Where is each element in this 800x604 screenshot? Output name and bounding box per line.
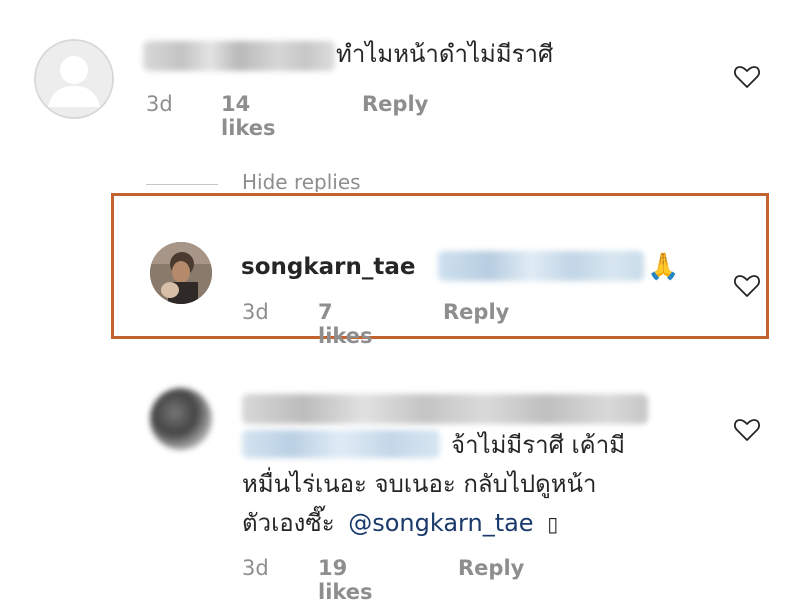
default-avatar-icon[interactable] (34, 39, 114, 119)
heart-icon[interactable] (733, 417, 761, 443)
hide-replies-button[interactable]: Hide replies (242, 170, 361, 192)
comment-text: ทำไมหน้าดำไม่มีราศี (336, 40, 554, 68)
blurred-mention (438, 251, 644, 281)
unsupported-emoji-glyph: ▯ (547, 512, 559, 536)
hide-replies-divider (146, 184, 218, 185)
reply-time: 3d (242, 300, 269, 324)
reply-text-line-1: จ้าไม่มีราศี เค้ามี (451, 431, 626, 459)
heart-icon[interactable] (733, 64, 761, 90)
reply-text-line-2: หมื่นไร่เนอะ จบเนอะ กลับไปดูหน้า (242, 470, 597, 498)
user-avatar[interactable] (150, 388, 212, 450)
heart-icon[interactable] (733, 273, 761, 299)
folded-hands-emoji: 🙏 (647, 252, 680, 282)
blurred-username (143, 41, 335, 71)
reply-button[interactable]: Reply (458, 556, 524, 580)
reply-time: 3d (242, 556, 269, 580)
reply-text-line-3: ตัวเองซี๊ะ @songkarn_tae ▯ (242, 505, 558, 543)
reply-username[interactable]: songkarn_tae (241, 254, 415, 280)
blurred-username (242, 394, 648, 424)
comment-time: 3d (146, 92, 173, 116)
blurred-mention (242, 430, 440, 458)
reply-text-prefix: ตัวเองซี๊ะ (242, 509, 335, 537)
reply-button[interactable]: Reply (362, 92, 428, 116)
likes-count[interactable]: 19 likes (318, 556, 373, 604)
likes-count[interactable]: 7 likes (318, 300, 373, 348)
reply-button[interactable]: Reply (443, 300, 509, 324)
likes-count[interactable]: 14 likes (221, 92, 276, 140)
user-avatar[interactable] (150, 242, 212, 304)
mention-link[interactable]: @songkarn_tae (348, 509, 533, 537)
